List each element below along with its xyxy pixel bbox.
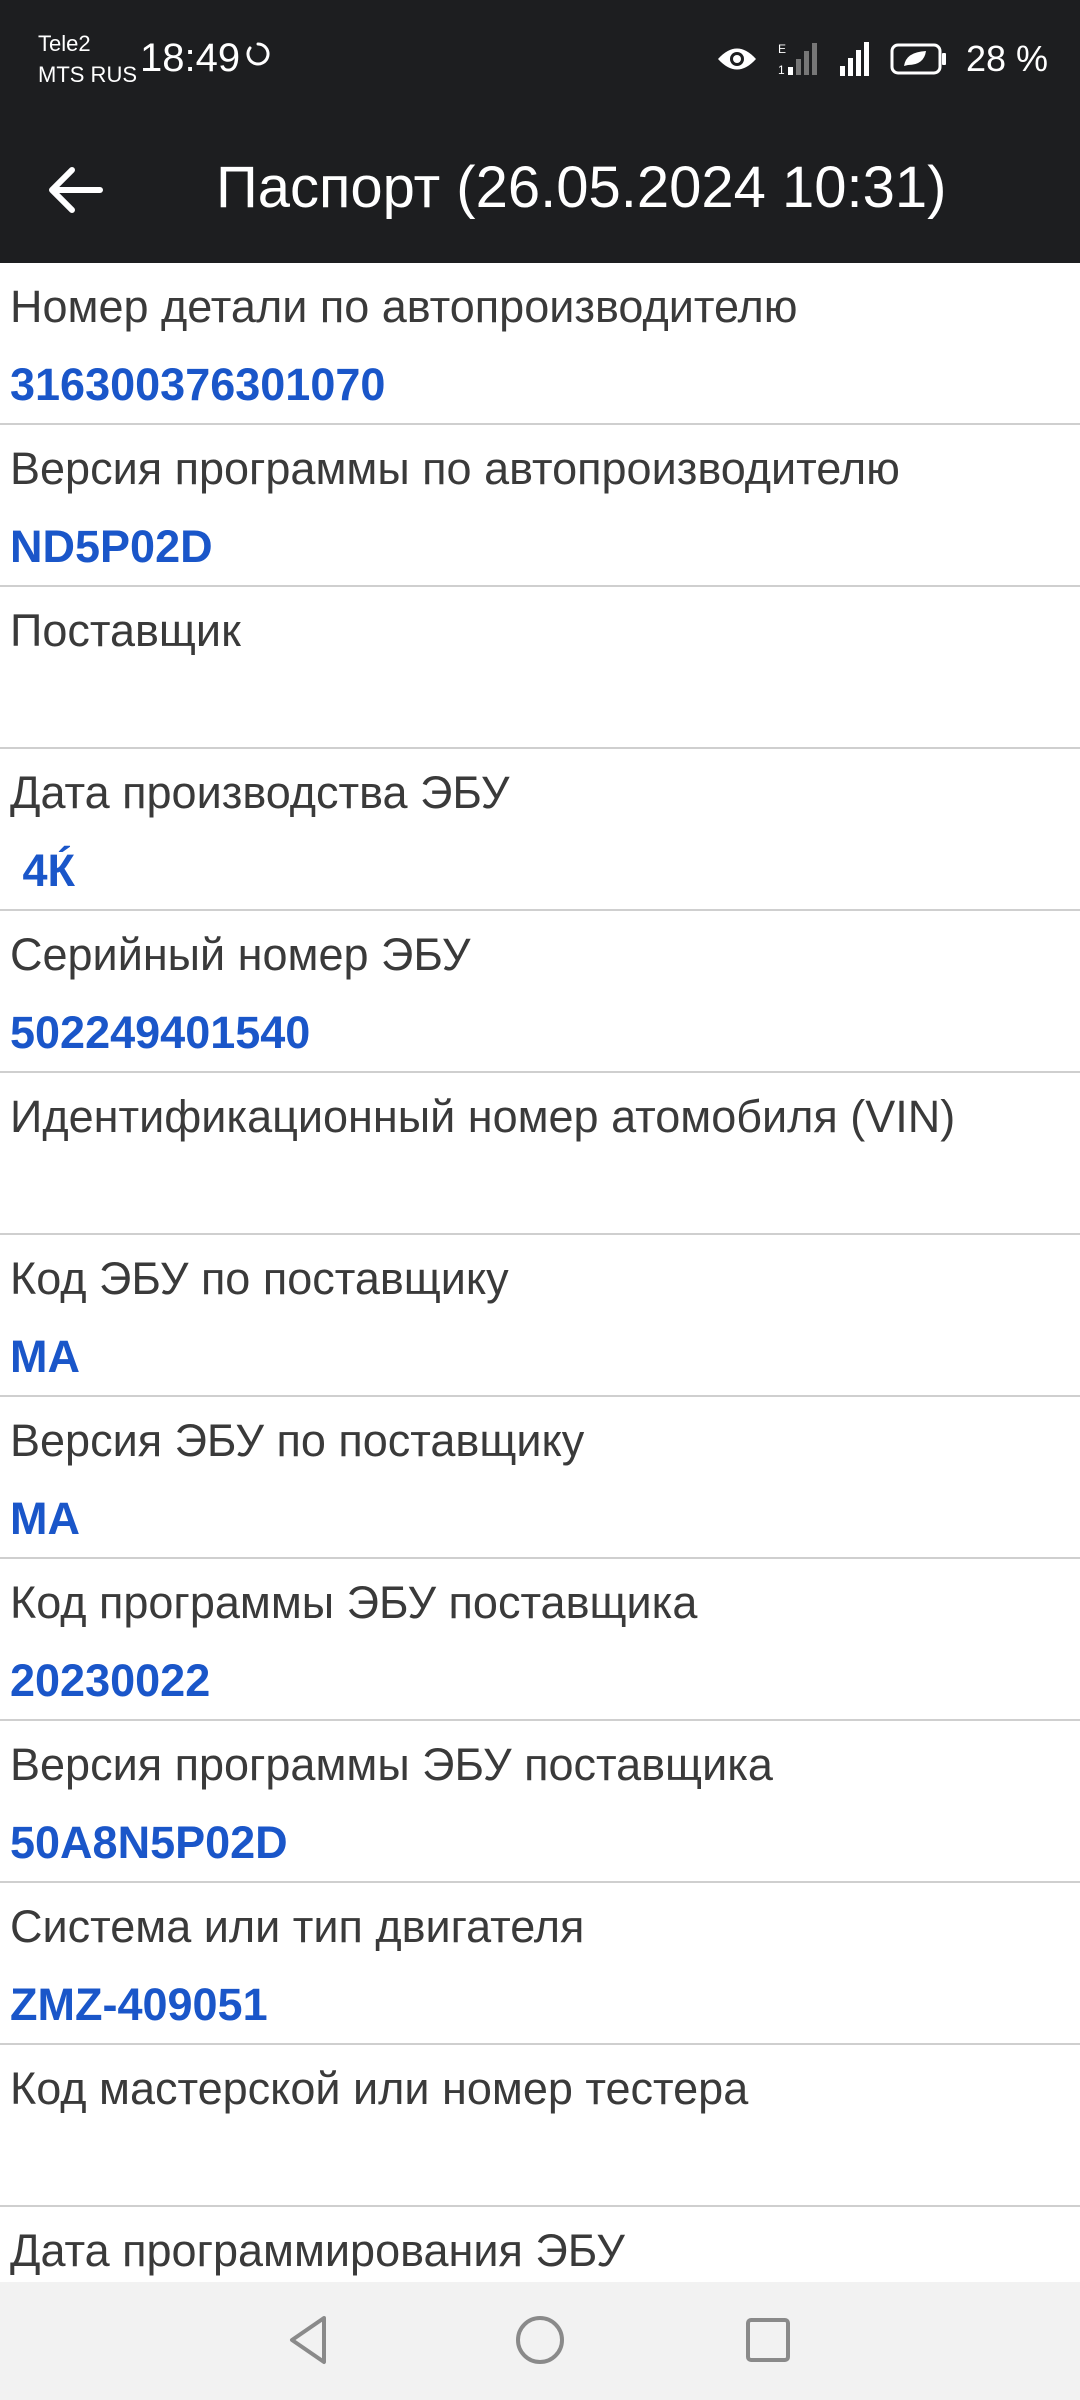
item-value: ND5P02D bbox=[10, 521, 213, 572]
item-label: Поставщик bbox=[10, 605, 241, 656]
system-nav-bar bbox=[0, 2282, 1080, 2400]
item-label: Дата программирования ЭБУ bbox=[10, 2225, 625, 2276]
svg-text:E: E bbox=[778, 42, 786, 56]
list-item: Код программы ЭБУ поставщика 20230022 bbox=[0, 1559, 1080, 1721]
item-value: MA bbox=[10, 1331, 80, 1382]
item-label: Код ЭБУ по поставщику bbox=[10, 1253, 509, 1304]
carrier-1: Tele2 bbox=[38, 31, 91, 56]
list-item: Поставщик bbox=[0, 587, 1080, 749]
status-icons: E 1 28 % bbox=[716, 34, 1048, 84]
item-label: Код программы ЭБУ поставщика bbox=[10, 1577, 698, 1628]
item-value: 502249401540 bbox=[10, 1007, 311, 1058]
nav-home-icon[interactable] bbox=[510, 2310, 570, 2370]
item-label: Система или тип двигателя bbox=[10, 1901, 585, 1952]
list-item: Версия ЭБУ по поставщику MA bbox=[0, 1397, 1080, 1559]
svg-text:1: 1 bbox=[778, 63, 785, 77]
item-label: Идентификационный номер атомобиля (VIN) bbox=[10, 1091, 956, 1142]
battery-percent: 28 % bbox=[965, 38, 1048, 79]
list-item: Код мастерской или номер тестера bbox=[0, 2045, 1080, 2207]
item-value: 316300376301070 bbox=[10, 359, 386, 410]
list-item: Версия программы по автопроизводителю ND… bbox=[0, 425, 1080, 587]
nav-back-icon[interactable] bbox=[280, 2310, 340, 2370]
list-item: Система или тип двигателя ZMZ-409051 bbox=[0, 1883, 1080, 2045]
item-label: Версия ЭБУ по поставщику bbox=[10, 1415, 585, 1466]
carrier-2: MTS RUS bbox=[38, 62, 137, 87]
sync-icon bbox=[246, 42, 270, 66]
app-bar: Паспорт (26.05.2024 10:31) bbox=[0, 118, 1080, 263]
item-label: Версия программы ЭБУ поставщика bbox=[10, 1739, 773, 1790]
carrier-names: Tele2 MTS RUS bbox=[38, 28, 137, 90]
back-arrow-icon[interactable] bbox=[40, 154, 112, 226]
screen: Tele2 MTS RUS 18:49 E 1 28 % Паспорт (26… bbox=[0, 0, 1080, 2400]
list-item: Серийный номер ЭБУ 502249401540 bbox=[0, 911, 1080, 1073]
item-value: ZMZ-409051 bbox=[10, 1979, 268, 2030]
item-label: Дата производства ЭБУ bbox=[10, 767, 510, 818]
signal-icon bbox=[839, 42, 869, 76]
item-value: 4Ќ bbox=[10, 845, 76, 896]
status-bar: Tele2 MTS RUS 18:49 E 1 28 % bbox=[0, 0, 1080, 118]
signal-edge-icon: E 1 bbox=[778, 42, 817, 77]
list-item: Дата производства ЭБУ 4Ќ bbox=[0, 749, 1080, 911]
item-label: Серийный номер ЭБУ bbox=[10, 929, 471, 980]
item-value: 50A8N5P02D bbox=[10, 1817, 288, 1868]
nav-recents-icon[interactable] bbox=[738, 2310, 798, 2370]
item-label: Версия программы по автопроизводителю bbox=[10, 443, 900, 494]
list-item: Идентификационный номер атомобиля (VIN) bbox=[0, 1073, 1080, 1235]
battery-saver-icon bbox=[890, 43, 946, 75]
list-item: Код ЭБУ по поставщику MA bbox=[0, 1235, 1080, 1397]
status-time: 18:49 bbox=[140, 36, 241, 80]
item-value: MA bbox=[10, 1493, 80, 1544]
list-item: Версия программы ЭБУ поставщика 50A8N5P0… bbox=[0, 1721, 1080, 1883]
item-label: Номер детали по автопроизводителю bbox=[10, 281, 798, 332]
page-title: Паспорт (26.05.2024 10:31) bbox=[216, 155, 947, 220]
eye-icon bbox=[717, 48, 756, 70]
item-value: 20230022 bbox=[10, 1655, 211, 1706]
item-label: Код мастерской или номер тестера bbox=[10, 2063, 749, 2114]
passport-list: Номер детали по автопроизводителю 316300… bbox=[0, 263, 1080, 2369]
list-item: Номер детали по автопроизводителю 316300… bbox=[0, 263, 1080, 425]
